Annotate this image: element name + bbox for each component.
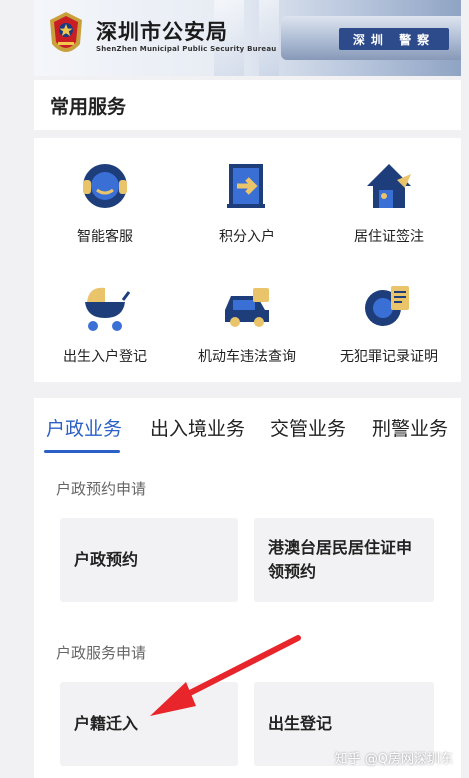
service-label: 无犯罪记录证明 [340,349,438,365]
police-emblem-icon [50,12,82,52]
birth-registration-icon [85,287,131,331]
service-label: 机动车违法查询 [198,349,296,365]
points-household-icon [227,164,265,208]
services-grid: 智能客服 积分入户 居住证签注 出生入户登记 机动车违法查询 无犯罪记录证明 [34,138,461,382]
no-criminal-record-icon [365,286,409,326]
service-residence-permit[interactable]: 居住证签注 [318,158,460,246]
service-label: 居住证签注 [354,229,424,245]
customer-service-icon [83,164,127,208]
business-tabs: 户政业务 出入境业务 交管业务 刑警业务 [34,398,461,456]
watermark-text: 知乎 @Q房网深圳东 [334,752,453,767]
card-household-appointment[interactable]: 户政预约 [60,518,238,602]
service-customer-service[interactable]: 智能客服 [34,158,176,246]
service-label: 出生入户登记 [63,349,147,365]
divider [34,130,461,138]
page-title: 深圳市公安局 [96,20,228,44]
service-vehicle-violation[interactable]: 机动车违法查询 [176,278,318,366]
banner-stripe [259,0,279,76]
group-title: 户政服务申请 [56,644,147,662]
service-points-household[interactable]: 积分入户 [176,158,318,246]
vehicle-violation-icon [225,288,269,327]
section-title: 常用服务 [50,96,127,118]
police-car-label: 深圳 警察 [339,28,449,50]
tab-immigration[interactable]: 出入境业务 [150,414,245,441]
common-services-header: 常用服务 [34,80,461,130]
tab-content: 户政预约申请 户政预约 港澳台居民居住证申领预约 户政服务申请 户籍迁入 出生登… [34,456,461,778]
tab-household[interactable]: 户政业务 [46,414,122,441]
service-birth-registration[interactable]: 出生入户登记 [34,278,176,366]
left-gutter [0,0,34,778]
tab-criminal[interactable]: 刑警业务 [372,414,448,441]
group-title: 户政预约申请 [56,480,147,498]
service-label: 积分入户 [219,229,275,245]
service-no-criminal-record[interactable]: 无犯罪记录证明 [318,278,460,366]
tab-traffic[interactable]: 交管业务 [270,414,346,441]
page: 深圳 警察 深圳市公安局 ShenZhen Municipal Public S… [0,0,469,778]
service-label: 智能客服 [77,229,133,245]
active-tab-indicator [44,450,120,453]
page-subtitle: ShenZhen Municipal Public Security Burea… [96,45,277,53]
card-household-transfer[interactable]: 户籍迁入 [60,682,238,766]
card-hmt-residence-appointment[interactable]: 港澳台居民居住证申领预约 [254,518,434,602]
header-banner: 深圳 警察 深圳市公安局 ShenZhen Municipal Public S… [34,0,461,76]
residence-permit-icon [367,164,411,208]
divider [34,382,461,398]
